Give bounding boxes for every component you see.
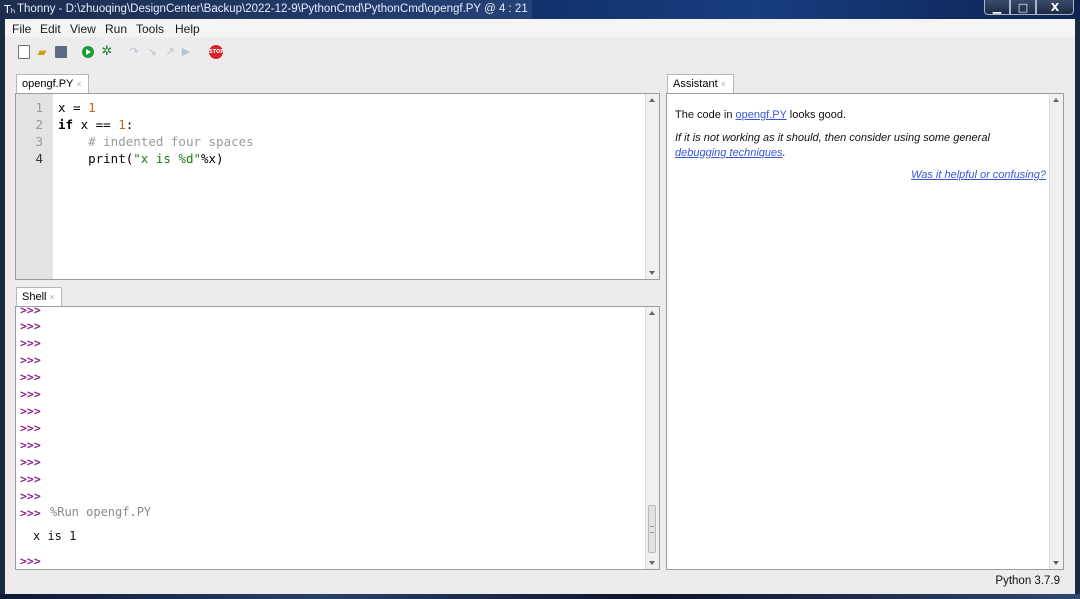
thonny-window: File Edit View Run Tools Help ▰ ✲ ↷ ↘ ↗ … — [5, 19, 1075, 594]
shell-input-prompt: >>> — [20, 554, 41, 568]
shell-run-command: %Run opengf.PY — [50, 505, 152, 519]
code-line: # indented four spaces — [88, 134, 254, 149]
stop-icon[interactable]: STOP — [209, 45, 224, 59]
tab-label: opengf.PY — [22, 78, 74, 90]
assistant-panel: The code in opengf.PY looks good. If it … — [666, 93, 1064, 570]
window-controls: ▁ □ X — [984, 0, 1074, 15]
line-number: 3 — [35, 134, 43, 149]
menu-tools[interactable]: Tools — [136, 22, 164, 36]
shell-prompt: >>> — [20, 421, 41, 435]
assistant-hint: If it is not working as it should, then … — [675, 132, 990, 159]
tab-shell[interactable]: Shell × — [16, 287, 62, 307]
menu-bar: File Edit View Run Tools Help — [5, 19, 1075, 37]
menu-view[interactable]: View — [70, 22, 96, 36]
file-link[interactable]: opengf.PY — [736, 109, 787, 121]
tab-close-icon[interactable]: × — [76, 79, 81, 89]
window-title-bar[interactable]: Tₕ Thonny - D:\zhuoqing\DesignCenter\Bac… — [0, 0, 1080, 19]
toolbar: ▰ ✲ ↷ ↘ ↗ ▶ STOP — [5, 37, 1075, 67]
code-editor[interactable]: 1 2 3 4 x = 1 if x == 1: # indented four… — [15, 93, 660, 280]
shell-prompt: >>> — [20, 455, 41, 469]
minimize-icon[interactable]: ▁ — [984, 0, 1010, 15]
shell-prompt: >>> — [20, 506, 41, 520]
menu-run[interactable]: Run — [105, 22, 127, 36]
shell-scrollbar[interactable] — [645, 307, 659, 569]
code-line: x = 1 — [58, 100, 96, 115]
shell-prompt: >>> — [20, 353, 41, 367]
tab-close-icon[interactable]: × — [721, 79, 726, 89]
scroll-down-icon[interactable] — [649, 561, 655, 565]
scroll-up-icon[interactable] — [1053, 98, 1059, 102]
debug-icon[interactable]: ✲ — [100, 45, 114, 59]
step-over-icon[interactable]: ↷ — [127, 45, 141, 59]
line-number: 2 — [35, 117, 43, 132]
menu-file[interactable]: File — [12, 22, 31, 36]
shell-console[interactable]: >>> >>> >>> >>> >>> >>> >>> >>> >>> >>> … — [15, 306, 660, 570]
scroll-up-icon[interactable] — [649, 311, 655, 315]
assistant-message: The code in opengf.PY looks good. — [675, 109, 847, 121]
step-out-icon[interactable]: ↗ — [163, 45, 177, 59]
shell-prompt: >>> — [20, 306, 41, 317]
window-title: Thonny - D:\zhuoqing\DesignCenter\Backup… — [17, 3, 528, 15]
editor-scrollbar[interactable] — [645, 94, 659, 279]
save-icon[interactable] — [55, 46, 67, 58]
status-bar: Python 3.7.9 — [5, 569, 1075, 594]
new-file-icon[interactable] — [18, 45, 30, 59]
scroll-down-icon[interactable] — [1053, 561, 1059, 565]
step-into-icon[interactable]: ↘ — [145, 45, 159, 59]
maximize-icon[interactable]: □ — [1010, 0, 1036, 15]
resume-icon[interactable]: ▶ — [179, 45, 193, 59]
interpreter-status[interactable]: Python 3.7.9 — [995, 575, 1060, 587]
tab-opengf[interactable]: opengf.PY × — [16, 74, 89, 94]
desktop-background — [0, 594, 1080, 599]
shell-prompt: >>> — [20, 489, 41, 503]
shell-prompt: >>> — [20, 404, 41, 418]
shell-prompt: >>> — [20, 370, 41, 384]
tab-label: Assistant — [673, 78, 718, 90]
line-number: 1 — [35, 100, 43, 115]
line-number: 4 — [35, 151, 43, 166]
code-line: print("x is %d"%x) — [58, 151, 224, 166]
debugging-techniques-link[interactable]: debugging techniques — [675, 147, 783, 159]
menu-help[interactable]: Help — [175, 22, 200, 36]
feedback-link[interactable]: Was it helpful or confusing? — [911, 169, 1046, 181]
shell-prompt: >>> — [20, 319, 41, 333]
line-number-gutter: 1 2 3 4 — [16, 94, 53, 279]
tab-close-icon[interactable]: × — [49, 292, 54, 302]
scroll-thumb[interactable] — [648, 505, 656, 553]
code-line: if x == 1: — [58, 117, 134, 132]
menu-edit[interactable]: Edit — [40, 22, 61, 36]
shell-output: x is 1 — [33, 529, 77, 543]
tab-label: Shell — [22, 291, 47, 303]
close-icon[interactable]: X — [1036, 0, 1074, 15]
shell-prompt: >>> — [20, 472, 41, 486]
scroll-up-icon[interactable] — [649, 98, 655, 102]
assistant-scrollbar[interactable] — [1049, 94, 1063, 569]
run-icon[interactable] — [82, 46, 94, 58]
shell-prompt: >>> — [20, 336, 41, 350]
scroll-down-icon[interactable] — [649, 271, 655, 275]
open-folder-icon[interactable]: ▰ — [35, 45, 49, 59]
shell-prompt: >>> — [20, 438, 41, 452]
tab-assistant[interactable]: Assistant × — [667, 74, 734, 94]
thonny-app-icon: Tₕ — [4, 3, 16, 16]
shell-prompt: >>> — [20, 387, 41, 401]
